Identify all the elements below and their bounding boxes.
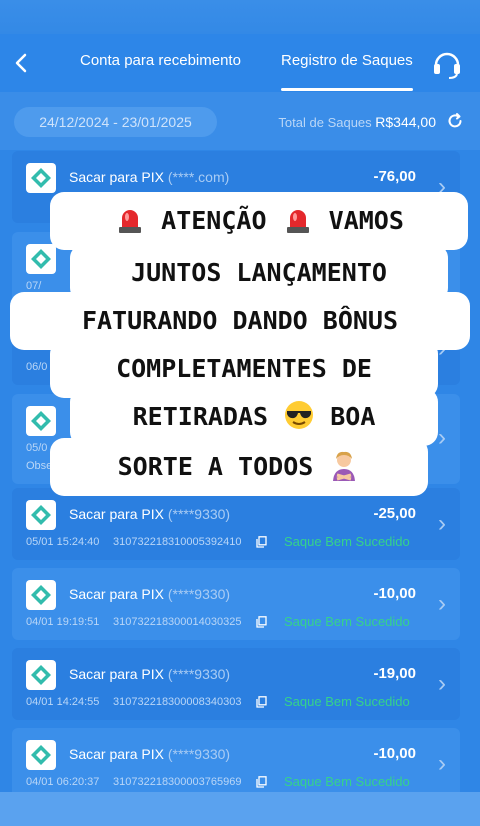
- bottom-area: [0, 792, 480, 826]
- copy-icon[interactable]: [256, 616, 267, 628]
- status-bar: [0, 0, 480, 34]
- pix-logo: [26, 500, 56, 530]
- chevron-right-icon: ›: [438, 750, 446, 777]
- withdrawal-card[interactable]: Sacar para PIX (****9330) -19,00 04/01 1…: [12, 648, 460, 720]
- top-navigation: Conta para recebimento Registro de Saque…: [0, 34, 480, 92]
- withdrawal-amount: -19,00: [373, 665, 416, 682]
- pix-icon: [31, 745, 51, 765]
- promo-overlay: ATENÇÃO VAMOS JUNTOS LANÇAMENTO FATURAND…: [10, 192, 470, 497]
- filter-bar: 24/12/2024 - 23/01/2025 Total de Saques …: [0, 92, 480, 150]
- transaction-id: 310732218300014030325: [113, 616, 242, 628]
- withdrawal-title: Sacar para PIX (****9330): [69, 586, 231, 602]
- total-label: Total de Saques: [278, 115, 372, 130]
- person-gesturing-no-icon: [333, 451, 356, 481]
- withdrawal-date: 04/01 06:20:37: [26, 776, 100, 788]
- pix-logo: [26, 660, 56, 690]
- withdrawal-amount: -76,00: [373, 168, 416, 185]
- pix-icon: [31, 168, 51, 188]
- chevron-right-icon: ›: [438, 670, 446, 697]
- transaction-id: 310732218310005392410: [113, 536, 242, 548]
- siren-icon: [286, 210, 309, 233]
- withdrawal-title: Sacar para PIX (****9330): [69, 746, 231, 762]
- withdrawal-title: Sacar para PIX (****.com): [69, 169, 230, 185]
- pix-logo: [26, 740, 56, 770]
- tab-account[interactable]: Conta para recebimento: [80, 52, 241, 69]
- pix-icon: [31, 505, 51, 525]
- copy-icon[interactable]: [256, 776, 267, 788]
- sunglasses-emoji-icon: [285, 401, 314, 429]
- overlay-line-6: SORTE A TODOS: [50, 438, 428, 496]
- status-text: Saque Bem Sucedido: [284, 614, 410, 629]
- withdrawal-amount: -10,00: [373, 585, 416, 602]
- transaction-id: 310732218300008340303: [113, 696, 242, 708]
- chevron-right-icon: ›: [438, 510, 446, 537]
- withdrawal-amount: -25,00: [373, 505, 416, 522]
- status-text: Saque Bem Sucedido: [284, 774, 410, 789]
- date-range-picker[interactable]: 24/12/2024 - 23/01/2025: [14, 107, 217, 137]
- active-tab-indicator: [281, 88, 413, 91]
- status-text: Saque Bem Sucedido: [284, 534, 410, 549]
- overlay-line-1: ATENÇÃO VAMOS: [50, 192, 468, 250]
- support-button[interactable]: [430, 47, 464, 81]
- pix-logo: [26, 580, 56, 610]
- chevron-left-icon: [15, 53, 27, 73]
- withdrawal-amount: -10,00: [373, 745, 416, 762]
- withdrawal-date: 04/01 14:24:55: [26, 696, 100, 708]
- pix-icon: [31, 665, 51, 685]
- siren-icon: [119, 210, 142, 233]
- pix-icon: [31, 585, 51, 605]
- copy-icon[interactable]: [256, 536, 267, 548]
- total-value: R$344,00: [375, 114, 436, 130]
- withdrawal-card[interactable]: Sacar para PIX (****9330) -10,00 04/01 1…: [12, 568, 460, 640]
- withdrawal-date: 05/01 15:24:40: [26, 536, 100, 548]
- withdrawal-date: 04/01 19:19:51: [26, 616, 100, 628]
- refresh-button[interactable]: [446, 112, 464, 130]
- tab-history[interactable]: Registro de Saques: [281, 52, 413, 69]
- back-button[interactable]: [12, 50, 32, 76]
- withdrawal-card[interactable]: Sacar para PIX (****9330) -25,00 05/01 1…: [12, 488, 460, 560]
- refresh-icon: [448, 113, 462, 128]
- total-withdrawals: Total de Saques R$344,00: [278, 114, 436, 130]
- headset-icon: [434, 52, 460, 79]
- withdrawal-title: Sacar para PIX (****9330): [69, 666, 231, 682]
- copy-icon[interactable]: [256, 696, 267, 708]
- transaction-id: 310732218300003765969: [113, 776, 242, 788]
- status-text: Saque Bem Sucedido: [284, 694, 410, 709]
- pix-logo: [26, 163, 56, 193]
- chevron-right-icon: ›: [438, 590, 446, 617]
- withdrawal-card[interactable]: Sacar para PIX (****9330) -10,00 04/01 0…: [12, 728, 460, 800]
- withdrawal-title: Sacar para PIX (****9330): [69, 506, 231, 522]
